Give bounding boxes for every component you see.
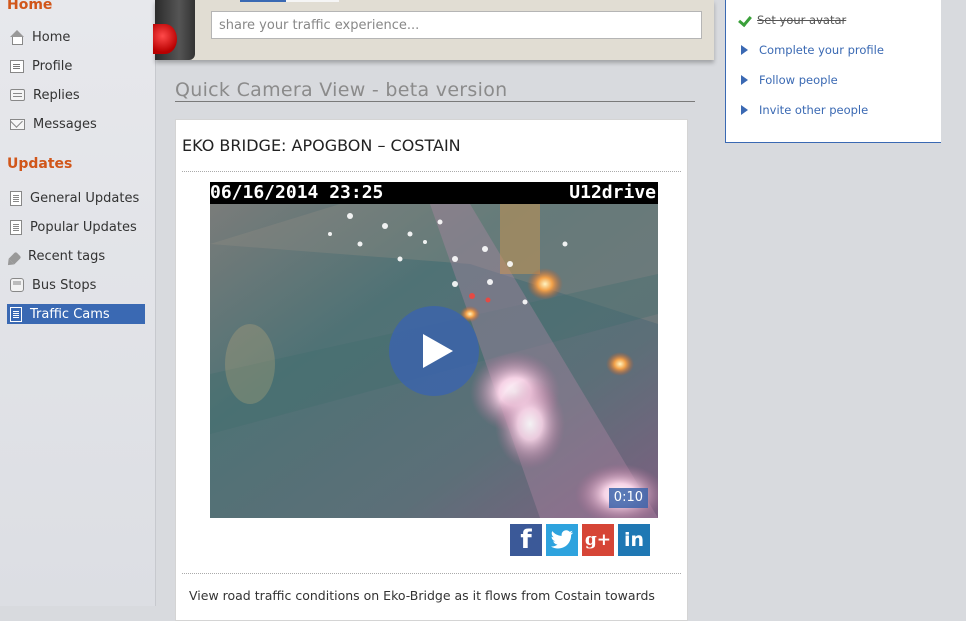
bus-icon <box>10 278 24 292</box>
camera-card: EKO BRIDGE: APOGBON – COSTAIN 06/16/2014… <box>175 119 688 621</box>
composer-tab[interactable] <box>286 0 339 2</box>
camera-brand: U12drive <box>569 182 656 203</box>
sidebar-item-recent-tags[interactable]: Recent tags <box>7 246 145 266</box>
red-light-icon <box>153 24 177 54</box>
sidebar-item-label: Traffic Cams <box>30 306 110 322</box>
camera-timestamp: 06/16/2014 23:25 <box>210 182 384 203</box>
sidebar-item-label: Bus Stops <box>32 277 97 293</box>
sidebar-item-messages[interactable]: Messages <box>7 114 145 134</box>
composer-band <box>153 0 714 60</box>
sidebar-item-label: Popular Updates <box>30 219 137 235</box>
sidebar-item-bus-stops[interactable]: Bus Stops <box>7 275 145 295</box>
sidebar-item-label: General Updates <box>30 190 140 206</box>
sidebar-item-popular-updates[interactable]: Popular Updates <box>7 217 145 237</box>
sidebar-item-label: Recent tags <box>28 248 106 264</box>
google-plus-share-button[interactable]: g+ <box>582 524 614 556</box>
getting-started-checklist: Set your avatar Complete your profile Fo… <box>725 0 943 143</box>
triangle-right-icon <box>741 105 748 115</box>
video-duration: 0:10 <box>608 488 648 508</box>
sidebar-item-label: Home <box>32 29 71 45</box>
home-section-heading: Home <box>7 0 53 13</box>
sidebar-item-profile[interactable]: Profile <box>7 56 145 76</box>
updates-section-heading: Updates <box>7 156 73 172</box>
sidebar-item-home[interactable]: Home <box>7 27 145 47</box>
checklist-item-invite-people[interactable]: Invite other people <box>739 102 868 118</box>
linkedin-icon: in <box>623 529 645 551</box>
camera-video-player[interactable]: 06/16/2014 23:25 U12drive 0:10 <box>210 182 658 518</box>
document-icon <box>10 190 22 206</box>
triangle-right-icon <box>741 45 748 55</box>
checklist-item-label: Set your avatar <box>757 13 847 27</box>
profile-card-icon <box>10 60 24 73</box>
checklist-item-link[interactable]: Complete your profile <box>759 43 884 57</box>
twitter-share-button[interactable] <box>546 524 578 556</box>
camera-overlay-bar: 06/16/2014 23:25 U12drive <box>210 182 658 204</box>
sidebar-item-general-updates[interactable]: General Updates <box>7 188 145 208</box>
checklist-item-complete-profile[interactable]: Complete your profile <box>739 42 884 58</box>
divider <box>182 573 681 574</box>
share-experience-input[interactable] <box>211 11 702 39</box>
checklist-item-link[interactable]: Follow people <box>759 73 838 87</box>
checklist-item-follow-people[interactable]: Follow people <box>739 72 838 88</box>
facebook-share-button[interactable]: f <box>510 524 542 556</box>
divider <box>182 171 681 172</box>
triangle-right-icon <box>741 75 748 85</box>
envelope-icon <box>10 118 25 130</box>
checkmark-icon <box>739 14 753 26</box>
sidebar-item-label: Messages <box>33 116 97 132</box>
sidebar-item-label: Replies <box>33 87 80 103</box>
camera-title: EKO BRIDGE: APOGBON – COSTAIN <box>182 136 461 155</box>
play-button[interactable] <box>389 306 479 396</box>
checklist-item-link[interactable]: Invite other people <box>759 103 868 117</box>
traffic-light-logo <box>153 0 195 60</box>
google-plus-icon: g+ <box>584 530 612 550</box>
main-content: Quick Camera View - beta version EKO BRI… <box>155 60 725 621</box>
linkedin-share-button[interactable]: in <box>618 524 650 556</box>
document-icon <box>10 219 22 235</box>
checklist-item-set-avatar[interactable]: Set your avatar <box>739 12 846 28</box>
sidebar-item-label: Profile <box>32 58 73 74</box>
house-icon <box>10 30 24 45</box>
replies-icon <box>10 89 25 101</box>
facebook-icon: f <box>520 525 532 555</box>
left-sidebar: Home Home Profile Replies Messages Updat… <box>0 0 156 606</box>
sidebar-item-traffic-cams[interactable]: Traffic Cams <box>7 304 145 324</box>
tag-icon <box>8 251 22 264</box>
document-icon <box>10 306 22 322</box>
sidebar-item-replies[interactable]: Replies <box>7 85 145 105</box>
twitter-bird-icon <box>551 530 573 549</box>
page-title: Quick Camera View - beta version <box>175 79 695 102</box>
camera-description: View road traffic conditions on Eko-Brid… <box>189 588 655 603</box>
right-gutter <box>941 0 966 606</box>
